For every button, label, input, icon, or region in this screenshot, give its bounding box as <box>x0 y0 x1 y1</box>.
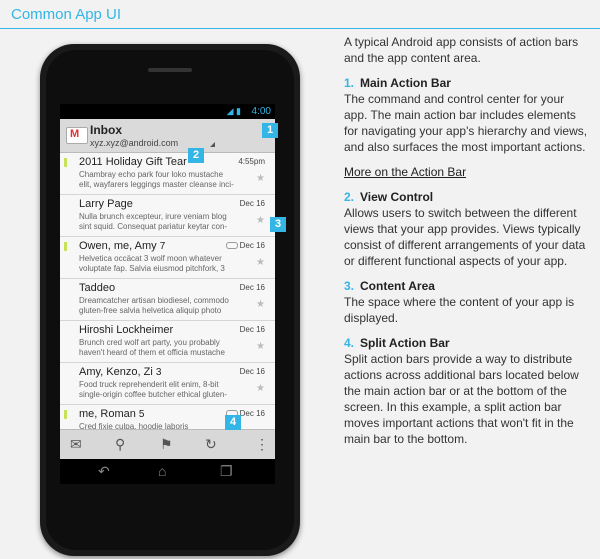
label-flag <box>64 242 67 251</box>
message-list: 2011 Holiday Gift Tear 4:55pm Chambray e… <box>60 153 275 447</box>
message-date: Dec 16 <box>239 367 265 376</box>
callout-main-action-bar: 1 <box>262 123 278 138</box>
message-snippet: Food truck reprehenderit elit enim, 8-bi… <box>79 380 227 399</box>
page-title: Common App UI <box>11 6 122 23</box>
explanation-panel: A typical Android app consists of action… <box>344 34 589 456</box>
action-bar-title[interactable]: Inbox <box>90 123 122 137</box>
callout-content-area: 3 <box>270 217 286 232</box>
message-sender: 2011 Holiday Gift Tear <box>79 156 187 168</box>
message-row[interactable]: Larry Page Dec 16 Nulla brunch excepteur… <box>60 195 275 237</box>
recents-icon[interactable]: ❐ <box>220 463 233 480</box>
message-sender: Larry Page <box>79 198 133 210</box>
label-icon <box>225 242 238 250</box>
message-date: Dec 16 <box>225 241 265 250</box>
message-snippet: Brunch cred wolf art party, you probably… <box>79 338 225 357</box>
split-action-bar: ✉ ⚲ ⚑ ↻ ⋮ <box>60 429 275 460</box>
view-control-dropdown-icon[interactable] <box>210 142 215 147</box>
section-split-action-bar: 4. Split Action Bar Split action bars pro… <box>344 336 579 446</box>
message-snippet: Helvetica occäcat 3 wolf moon whatever v… <box>79 254 225 273</box>
callout-split-action-bar: 4 <box>225 415 241 430</box>
message-row[interactable]: Owen, me, Amy 7 Dec 16 Helvetica occäca… <box>60 237 275 279</box>
label-flag <box>64 158 67 167</box>
message-sender: Hiroshi Lockheimer <box>79 324 174 336</box>
refresh-icon[interactable]: ↻ <box>205 436 217 453</box>
phone-speaker <box>148 68 192 72</box>
intro-text: A typical Android app consists of action… <box>344 35 579 65</box>
system-nav-bar: ↶ ⌂ ❐ <box>60 459 275 484</box>
status-time: 4:00 <box>251 106 271 117</box>
message-snippet: Nulla brunch excepteur, irure veniam blo… <box>79 212 228 231</box>
gmail-icon[interactable]: M <box>66 127 88 144</box>
star-icon[interactable]: ★ <box>256 215 265 226</box>
callout-view-control: 2 <box>188 148 204 163</box>
main-action-bar: M Inbox xyz.xyz@android.com <box>60 119 275 153</box>
message-sender: Taddeo <box>79 282 116 294</box>
home-icon[interactable]: ⌂ <box>158 463 166 479</box>
message-date: 4:55pm <box>238 157 265 166</box>
signal-battery-icon: ◢ ▮ <box>226 106 241 116</box>
message-row[interactable]: Amy, Kenzo, Zi 3 Dec 16 Food truck repre… <box>60 363 275 405</box>
account-name[interactable]: xyz.xyz@android.com <box>90 138 178 148</box>
labels-icon[interactable]: ⚑ <box>160 436 173 453</box>
message-date: Dec 16 <box>239 199 265 208</box>
search-icon[interactable]: ⚲ <box>115 436 125 453</box>
section-main-action-bar: 1. Main Action Bar The command and contro… <box>344 76 588 154</box>
message-sender: me, Roman 5 <box>79 408 145 420</box>
message-snippet: Chambray echo park four loko mustache eli… <box>79 170 234 189</box>
message-row[interactable]: Taddeo Dec 16 Dreamcatcher artisan biodi… <box>60 279 275 321</box>
message-sender: Owen, me, Amy 7 <box>79 240 166 252</box>
message-date: Dec 16 <box>239 325 265 334</box>
section-content-area: 3. Content Area The space where the conte… <box>344 279 575 325</box>
message-row[interactable]: 2011 Holiday Gift Tear 4:55pm Chambray e… <box>60 153 275 195</box>
status-bar: ◢ ▮ 4:00 <box>60 104 275 119</box>
back-icon[interactable]: ↶ <box>98 463 110 480</box>
message-row[interactable]: Hiroshi Lockheimer Dec 16 Brunch cred wo… <box>60 321 275 363</box>
more-on-action-bar-link[interactable]: More on the Action Bar <box>344 165 466 179</box>
star-icon[interactable]: ★ <box>256 383 265 394</box>
label-flag <box>64 410 67 419</box>
compose-icon[interactable]: ✉ <box>70 436 82 453</box>
star-icon[interactable]: ★ <box>256 257 265 268</box>
phone-screen: ◢ ▮ 4:00 M Inbox xyz.xyz@android.com 201… <box>60 104 275 484</box>
overflow-icon[interactable]: ⋮ <box>255 436 269 453</box>
message-date: Dec 16 <box>239 283 265 292</box>
star-icon[interactable]: ★ <box>256 299 265 310</box>
page-header: Common App UI <box>0 0 600 29</box>
message-sender: Amy, Kenzo, Zi 3 <box>79 366 162 378</box>
message-snippet: Dreamcatcher artisan biodiesel, commodo g… <box>79 296 229 315</box>
section-view-control: 2. View Control Allows users to switch be… <box>344 190 586 268</box>
star-icon[interactable]: ★ <box>256 341 265 352</box>
star-icon[interactable]: ★ <box>256 173 265 184</box>
